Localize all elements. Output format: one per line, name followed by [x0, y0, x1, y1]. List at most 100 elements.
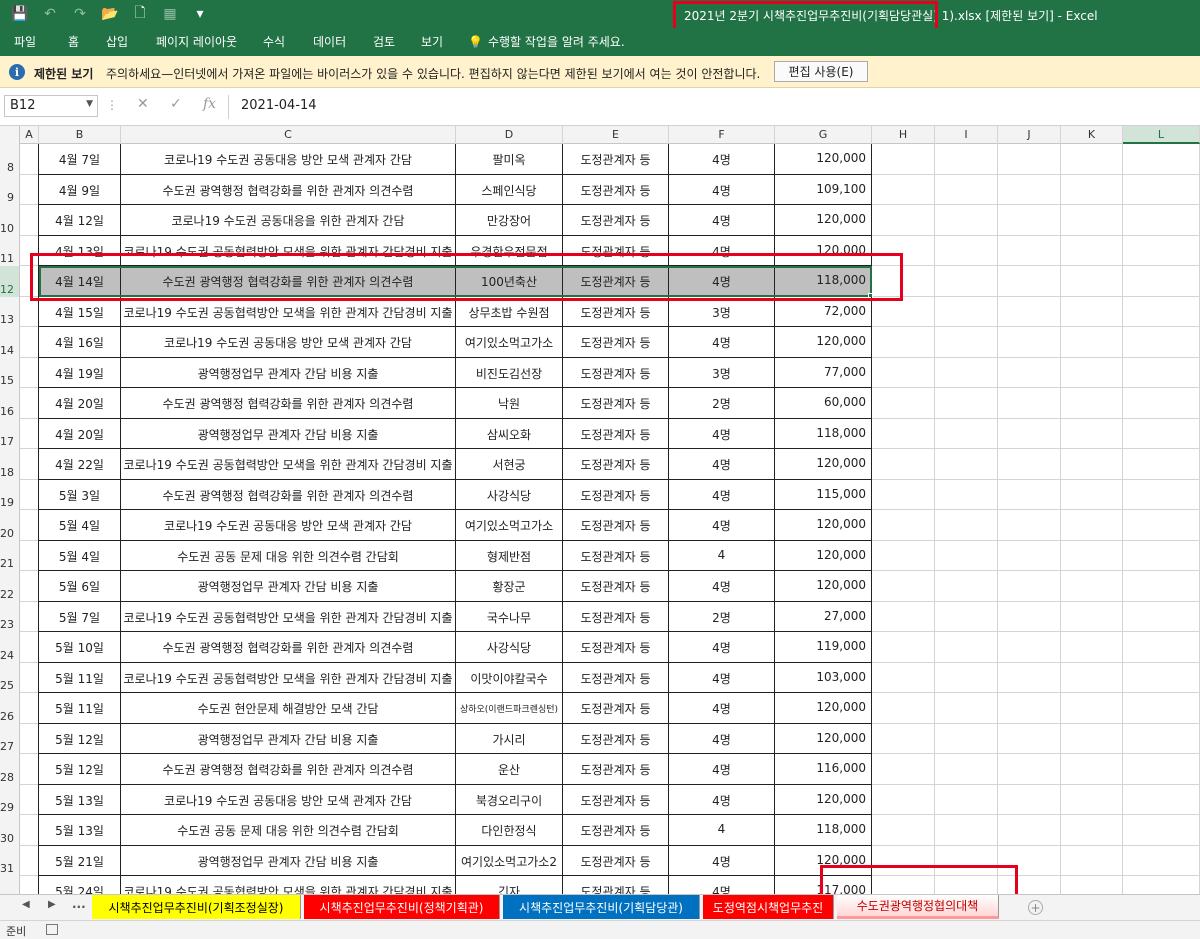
empty-cell[interactable] — [20, 723, 39, 754]
cell-people[interactable]: 4명 — [669, 784, 775, 815]
empty-cell[interactable] — [20, 418, 39, 449]
empty-cell[interactable] — [1061, 205, 1123, 236]
row-header[interactable]: 14 — [0, 327, 20, 358]
cell-target[interactable]: 도정관계자 등 — [563, 479, 669, 510]
empty-cell[interactable] — [20, 479, 39, 510]
cell-amount[interactable]: 120,000 — [775, 205, 872, 236]
cell-amount[interactable]: 77,000 — [775, 357, 872, 388]
empty-cell[interactable] — [935, 601, 998, 632]
cell-amount[interactable]: 120,000 — [775, 235, 872, 266]
cell-people[interactable]: 4명 — [669, 418, 775, 449]
empty-cell[interactable] — [998, 357, 1061, 388]
cell-amount[interactable]: 115,000 — [775, 479, 872, 510]
empty-cell[interactable] — [998, 144, 1061, 175]
cell-people[interactable]: 4 — [669, 540, 775, 571]
cell-purpose[interactable]: 수도권 광역행정 협력강화를 위한 관계자 의견수렴 — [121, 266, 456, 297]
cell-date[interactable]: 4월 19일 — [39, 357, 121, 388]
cell-purpose[interactable]: 코로나19 수도권 공동협력방안 모색을 위한 관계자 간담경비 지출 — [121, 601, 456, 632]
empty-cell[interactable] — [1061, 510, 1123, 541]
empty-cell[interactable] — [935, 266, 998, 297]
empty-cell[interactable] — [1061, 266, 1123, 297]
row-header[interactable]: 9 — [0, 174, 20, 205]
cell-place[interactable]: 황장군 — [456, 571, 563, 602]
column-header-g[interactable]: G — [775, 126, 872, 144]
cell-purpose[interactable]: 코로나19 수도권 공동대응을 위한 관계자 간담 — [121, 205, 456, 236]
empty-cell[interactable] — [998, 388, 1061, 419]
name-box[interactable]: B12 ▼ — [4, 95, 98, 117]
cell-target[interactable]: 도정관계자 등 — [563, 571, 669, 602]
cell-purpose[interactable]: 코로나19 수도권 공동대응 방안 모색 관계자 간담 — [121, 784, 456, 815]
empty-cell[interactable] — [1061, 540, 1123, 571]
cell-date[interactable]: 4월 12일 — [39, 205, 121, 236]
empty-cell[interactable] — [1123, 540, 1200, 571]
cell-people[interactable]: 2명 — [669, 601, 775, 632]
cancel-icon[interactable]: ✕ — [137, 96, 149, 112]
row-header[interactable]: 28 — [0, 754, 20, 785]
cell-people[interactable]: 4명 — [669, 632, 775, 663]
empty-cell[interactable] — [998, 418, 1061, 449]
empty-cell[interactable] — [998, 723, 1061, 754]
empty-cell[interactable] — [20, 144, 39, 175]
cell-target[interactable]: 도정관계자 등 — [563, 632, 669, 663]
cell-date[interactable]: 5월 4일 — [39, 540, 121, 571]
cell-date[interactable]: 5월 24일 — [39, 876, 121, 894]
new-file-icon[interactable]: 🗋 — [130, 4, 150, 24]
cell-people[interactable]: 4명 — [669, 662, 775, 693]
empty-cell[interactable] — [20, 357, 39, 388]
cell-target[interactable]: 도정관계자 등 — [563, 540, 669, 571]
cell-place[interactable]: 여기있소먹고가소 — [456, 327, 563, 358]
enter-icon[interactable]: ✓ — [170, 96, 182, 112]
row-header[interactable]: 21 — [0, 540, 20, 571]
cell-people[interactable]: 4명 — [669, 693, 775, 724]
column-header-a[interactable]: A — [20, 126, 39, 144]
cell-target[interactable]: 도정관계자 등 — [563, 144, 669, 175]
empty-cell[interactable] — [1123, 357, 1200, 388]
row-header[interactable]: 12 — [0, 266, 20, 297]
cell-place[interactable]: 운산 — [456, 754, 563, 785]
empty-cell[interactable] — [1123, 601, 1200, 632]
column-header-f[interactable]: F — [669, 126, 775, 144]
empty-cell[interactable] — [1123, 388, 1200, 419]
column-header-j[interactable]: J — [998, 126, 1061, 144]
cell-purpose[interactable]: 수도권 광역행정 협력강화를 위한 관계자 의견수렴 — [121, 388, 456, 419]
empty-cell[interactable] — [1123, 815, 1200, 846]
empty-cell[interactable] — [998, 296, 1061, 327]
cell-purpose[interactable]: 수도권 광역행정 협력강화를 위한 관계자 의견수렴 — [121, 632, 456, 663]
empty-cell[interactable] — [998, 662, 1061, 693]
empty-cell[interactable] — [935, 144, 998, 175]
empty-cell[interactable] — [935, 754, 998, 785]
tab-page-layout[interactable]: 페이지 레이아웃 — [156, 33, 237, 50]
empty-cell[interactable] — [935, 632, 998, 663]
empty-cell[interactable] — [935, 815, 998, 846]
cell-date[interactable]: 5월 13일 — [39, 784, 121, 815]
redo-icon[interactable]: ↷ — [70, 4, 90, 24]
cell-purpose[interactable]: 수도권 공동 문제 대응 위한 의견수렴 간담회 — [121, 815, 456, 846]
cell-people[interactable]: 2명 — [669, 388, 775, 419]
empty-cell[interactable] — [1123, 723, 1200, 754]
empty-cell[interactable] — [1123, 510, 1200, 541]
empty-cell[interactable] — [1061, 601, 1123, 632]
cell-date[interactable]: 4월 20일 — [39, 388, 121, 419]
empty-cell[interactable] — [20, 632, 39, 663]
row-header[interactable]: 11 — [0, 235, 20, 266]
cell-people[interactable]: 4명 — [669, 510, 775, 541]
empty-cell[interactable] — [872, 662, 935, 693]
empty-cell[interactable] — [935, 540, 998, 571]
cell-people[interactable]: 3명 — [669, 296, 775, 327]
cell-target[interactable]: 도정관계자 등 — [563, 754, 669, 785]
empty-cell[interactable] — [1123, 876, 1200, 894]
cell-amount[interactable]: 120,000 — [775, 845, 872, 876]
cell-place[interactable]: 긴자 — [456, 876, 563, 894]
row-header[interactable]: 23 — [0, 601, 20, 632]
empty-cell[interactable] — [20, 754, 39, 785]
cell-purpose[interactable]: 코로나19 수도권 공동협력방안 모색을 위한 관계자 간담경비 지출 — [121, 296, 456, 327]
empty-cell[interactable] — [935, 418, 998, 449]
empty-cell[interactable] — [998, 327, 1061, 358]
row-header[interactable]: 13 — [0, 296, 20, 327]
cell-purpose[interactable]: 수도권 광역행정 협력강화를 위한 관계자 의견수렴 — [121, 174, 456, 205]
empty-cell[interactable] — [20, 571, 39, 602]
cell-amount[interactable]: 120,000 — [775, 327, 872, 358]
empty-cell[interactable] — [1061, 815, 1123, 846]
empty-cell[interactable] — [935, 449, 998, 480]
empty-cell[interactable] — [1061, 296, 1123, 327]
